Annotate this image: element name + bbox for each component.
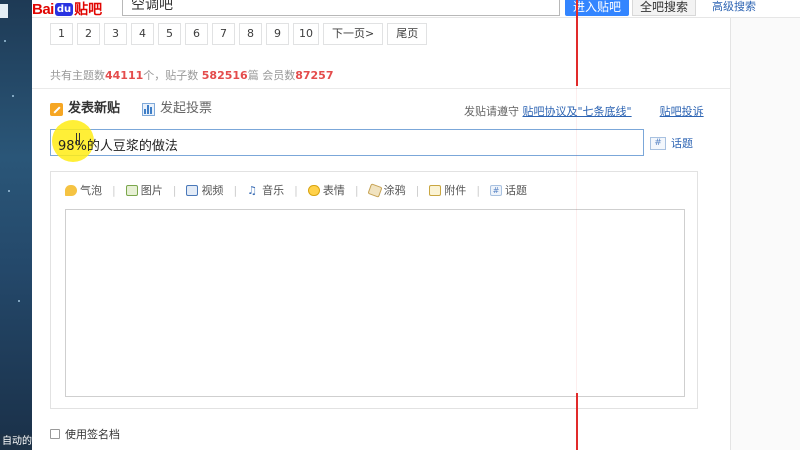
post-content-textarea[interactable]: [65, 209, 685, 397]
search-input[interactable]: 空调吧: [122, 0, 560, 16]
signature-checkbox[interactable]: [50, 429, 60, 439]
toolbar-separator: |: [172, 183, 177, 197]
red-guide-line-bottom: [576, 393, 578, 450]
post-editor: 气泡 | 图片 | 视频 | ♫ 音乐 | 表情 | 涂鸦 | 附件 | # 话题: [50, 171, 698, 409]
desktop-widget: [0, 4, 8, 18]
forum-stats: 共有主题数44111个，贴子数 582516篇 会员数87257: [50, 67, 334, 83]
toolbar-emoji[interactable]: 表情: [307, 182, 345, 198]
tab-new-vote[interactable]: 发起投票: [142, 101, 212, 117]
section-divider: [32, 88, 730, 89]
tab-new-post-label: 发表新贴: [68, 101, 121, 116]
red-guide-line-top: [576, 0, 578, 86]
attachment-icon: [429, 184, 442, 196]
desktop-taskbar-text: 自动的: [0, 434, 32, 450]
toolbar-video[interactable]: 视频: [186, 182, 223, 198]
page-link[interactable]: 10: [293, 23, 319, 45]
pagination: 1 2 3 4 5 6 7 8 9 10 下一页> 尾页: [50, 23, 428, 45]
desktop-sparkle: [12, 95, 14, 97]
last-page-link[interactable]: 尾页: [387, 23, 428, 45]
hashtag-icon: #: [490, 184, 503, 196]
tab-new-post[interactable]: 发表新贴: [50, 101, 120, 117]
toolbar-separator: |: [415, 183, 420, 197]
tieba-page: Bai du 贴吧 空调吧 进入贴吧 全吧搜索 高级搜索 1 2 3 4 5 6…: [32, 0, 800, 450]
search-all-button[interactable]: 全吧搜索: [632, 0, 696, 16]
desktop-sparkle: [4, 40, 6, 42]
topics-count: 44111: [105, 69, 144, 82]
signature-option[interactable]: 使用签名档: [50, 426, 120, 442]
advanced-search-link[interactable]: 高级搜索: [712, 0, 756, 14]
toolbar-doodle[interactable]: 涂鸦: [367, 182, 406, 198]
desktop-sparkle: [18, 300, 20, 302]
desktop-sparkle: [8, 190, 10, 192]
toolbar-bubble[interactable]: 气泡: [65, 182, 102, 198]
image-icon: [125, 184, 138, 196]
right-column-divider: [730, 0, 731, 450]
toolbar-separator: |: [354, 183, 359, 197]
toolbar-bubble-label: 气泡: [80, 184, 102, 197]
tieba-complaint-link[interactable]: 贴吧投诉: [660, 103, 704, 119]
page-link[interactable]: 8: [239, 23, 262, 45]
page-link[interactable]: 7: [212, 23, 235, 45]
tieba-agreement-link[interactable]: 贴吧协议及"七条底线": [523, 105, 632, 118]
toolbar-video-label: 视频: [201, 184, 224, 197]
baidu-tieba-logo[interactable]: Bai du 贴吧: [32, 0, 103, 19]
toolbar-music-label: 音乐: [262, 184, 285, 197]
page-link[interactable]: 3: [104, 23, 127, 45]
topics-label: 共有主题数: [50, 69, 105, 82]
right-sidebar: [731, 18, 800, 450]
page-link[interactable]: 4: [131, 23, 154, 45]
posting-rules-notice: 发贴请遵守 贴吧协议及"七条底线": [464, 103, 632, 119]
speech-bubble-icon: [65, 184, 77, 196]
toolbar-doodle-label: 涂鸦: [383, 184, 406, 197]
pencil-icon: [50, 102, 63, 116]
editor-toolbar: 气泡 | 图片 | 视频 | ♫ 音乐 | 表情 | 涂鸦 | 附件 | # 话题: [65, 182, 527, 198]
doodle-brush-icon: [367, 182, 383, 198]
toolbar-separator: |: [233, 183, 238, 197]
members-count: 87257: [295, 69, 334, 82]
compose-tabs: 发表新贴 发起投票: [50, 101, 212, 117]
page-link[interactable]: 6: [185, 23, 208, 45]
toolbar-separator: |: [294, 183, 298, 197]
compose-notice: 发贴请遵守 贴吧协议及"七条底线" 贴吧投诉: [464, 103, 704, 119]
toolbar-topic[interactable]: # 话题: [490, 182, 527, 198]
page-link[interactable]: 9: [266, 23, 289, 45]
notice-prefix: 发贴请遵守: [464, 105, 519, 118]
toolbar-attachment-label: 附件: [444, 184, 467, 197]
signature-label: 使用签名档: [65, 428, 120, 441]
posts-label: 个，贴子数: [143, 69, 199, 82]
toolbar-image-label: 图片: [140, 184, 163, 197]
members-label: 篇 会员数: [247, 69, 296, 82]
title-topic-label: 话题: [671, 137, 693, 150]
desktop-background-strip: 自动的: [0, 0, 32, 450]
toolbar-separator: |: [476, 183, 481, 197]
toolbar-music[interactable]: ♫ 音乐: [247, 182, 284, 198]
music-note-icon: ♫: [247, 183, 258, 197]
smiley-icon: [307, 184, 320, 196]
page-link[interactable]: 2: [77, 23, 100, 45]
toolbar-image[interactable]: 图片: [125, 182, 163, 198]
toolbar-separator: |: [112, 183, 116, 197]
video-icon: [186, 184, 199, 196]
bar-chart-icon: [142, 102, 156, 116]
logo-paw-icon: du: [54, 2, 74, 16]
toolbar-emoji-label: 表情: [322, 184, 345, 197]
logo-tieba-text: 贴吧: [74, 2, 103, 18]
page-link[interactable]: 5: [158, 23, 181, 45]
posts-count: 582516: [201, 69, 248, 82]
tab-new-vote-label: 发起投票: [160, 101, 213, 116]
title-topic-link[interactable]: # 话题: [650, 135, 693, 151]
enter-tieba-button[interactable]: 进入贴吧: [565, 0, 629, 16]
hashtag-icon: #: [650, 136, 666, 150]
toolbar-attachment[interactable]: 附件: [429, 182, 466, 198]
page-link[interactable]: 1: [50, 23, 73, 45]
toolbar-topic-label: 话题: [505, 184, 528, 197]
logo-bai-text: Bai: [32, 0, 54, 18]
next-page-link[interactable]: 下一页>: [323, 23, 384, 45]
text-cursor-icon: [76, 133, 80, 145]
top-header: Bai du 贴吧 空调吧 进入贴吧 全吧搜索 高级搜索: [32, 0, 800, 18]
